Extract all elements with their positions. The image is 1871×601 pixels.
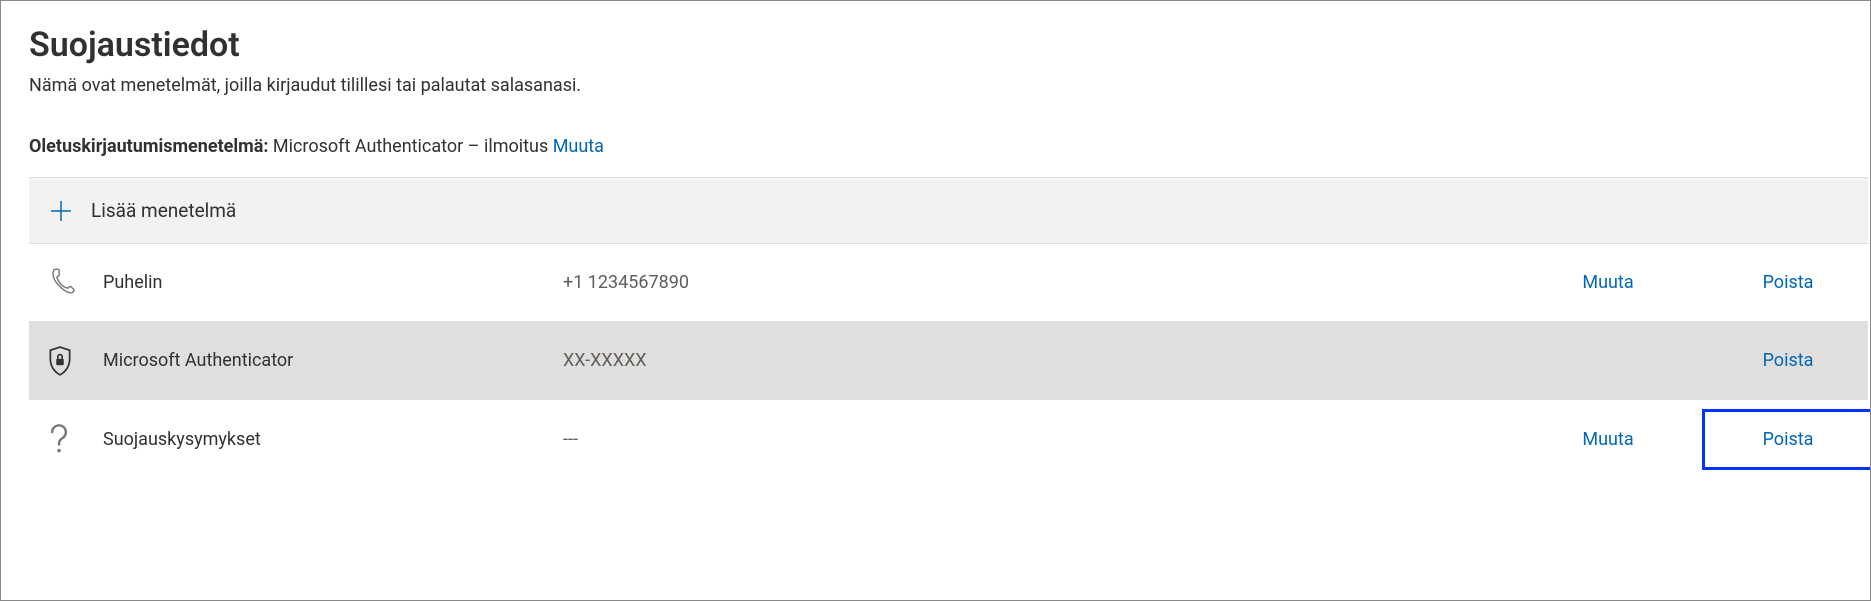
delete-button[interactable]: Poista	[1708, 272, 1868, 293]
page-subtitle: Nämä ovat menetelmät, joilla kirjaudut t…	[29, 75, 1870, 96]
delete-button[interactable]: Poista	[1708, 429, 1868, 450]
content-area: Suojaustiedot Nämä ovat menetelmät, joil…	[1, 1, 1870, 478]
add-method-label: Lisää menetelmä	[91, 199, 236, 222]
lock-icon	[43, 346, 103, 376]
method-value: ---	[563, 429, 1508, 450]
method-value: +1 1234567890	[563, 272, 1508, 293]
change-button[interactable]: Muuta	[1508, 272, 1708, 293]
method-name: Suojauskysymykset	[103, 429, 563, 450]
default-signin-value: Microsoft Authenticator – ilmoitus	[273, 136, 548, 157]
page-title: Suojaustiedot	[29, 25, 1870, 65]
method-name: Puhelin	[103, 272, 563, 293]
plus-icon	[43, 199, 79, 223]
default-signin-row: Oletuskirjautumismenetelmä: Microsoft Au…	[29, 136, 1870, 157]
question-icon	[43, 424, 103, 454]
method-row-questions: Suojauskysymykset --- Muuta Poista	[29, 400, 1868, 478]
add-method-button[interactable]: Lisää menetelmä	[29, 178, 1868, 244]
delete-button[interactable]: Poista	[1708, 350, 1868, 371]
change-button[interactable]: Muuta	[1508, 429, 1708, 450]
method-name: Microsoft Authenticator	[103, 350, 563, 371]
method-row-authenticator: Microsoft Authenticator XX-XXXXX Poista	[29, 322, 1868, 400]
phone-icon	[43, 266, 103, 300]
methods-list: Lisää menetelmä Puhelin +1 1234567890 Mu…	[29, 177, 1868, 478]
method-value: XX-XXXXX	[563, 350, 1508, 371]
default-signin-label: Oletuskirjautumismenetelmä:	[29, 136, 268, 157]
method-row-phone: Puhelin +1 1234567890 Muuta Poista	[29, 244, 1868, 322]
change-default-link[interactable]: Muuta	[553, 136, 604, 157]
security-info-panel: Suojaustiedot Nämä ovat menetelmät, joil…	[0, 0, 1871, 601]
